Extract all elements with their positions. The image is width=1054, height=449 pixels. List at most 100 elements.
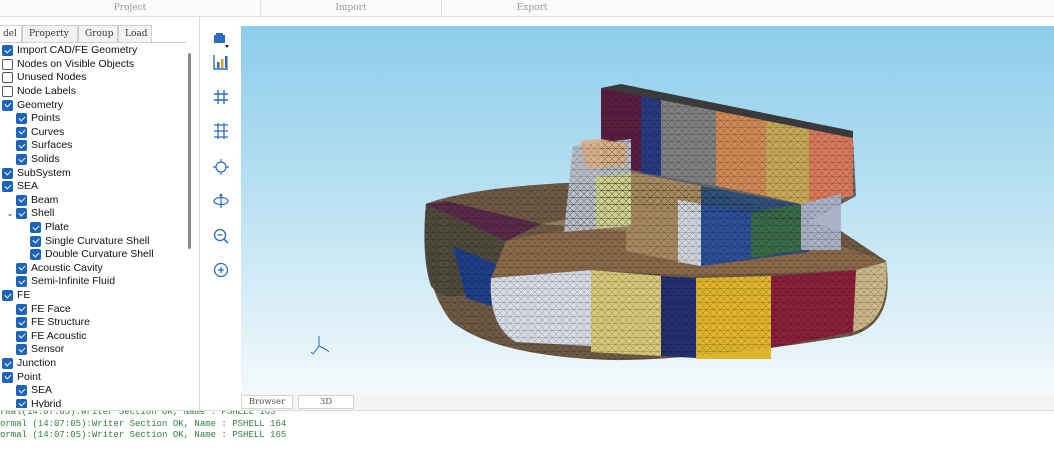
cube-dropdown-icon[interactable] [211, 30, 231, 50]
tree-item-junction[interactable]: Junction [2, 357, 56, 371]
tree-item-sensor[interactable]: Sensor [16, 343, 64, 357]
tree-checkbox[interactable] [2, 167, 13, 179]
tree-checkbox[interactable] [2, 181, 13, 193]
tree-checkbox[interactable] [16, 303, 27, 315]
tree-checkbox[interactable] [16, 276, 27, 288]
ribbon-group-project[interactable]: Project [0, 0, 260, 17]
tree-item-import-cad-fe-geometry[interactable]: Import CAD/FE Geometry [2, 44, 137, 58]
tree-checkbox[interactable] [2, 358, 13, 370]
tree-item-point[interactable]: ⌄Point [0, 370, 41, 384]
tab-3d[interactable]: 3D [298, 395, 354, 409]
tree-scrollbar-thumb[interactable] [188, 53, 191, 249]
tab-browser[interactable]: Browser [241, 395, 293, 409]
tree-checkbox[interactable] [16, 140, 27, 152]
tree-item-points[interactable]: Points [16, 112, 60, 126]
tree-checkbox[interactable] [2, 58, 13, 70]
tree-item-label: Node Labels [17, 85, 76, 98]
tree-item-label: Unused Nodes [17, 71, 87, 84]
mesh-model [310, 84, 888, 361]
tree-item-node-labels[interactable]: Node Labels [2, 85, 76, 99]
tree-checkbox[interactable] [16, 126, 27, 138]
tree-checkbox[interactable] [16, 262, 27, 274]
tree-item-label: Sensor [31, 343, 65, 356]
3d-viewport[interactable] [241, 26, 1054, 394]
tree-item-surfaces[interactable]: Surfaces [16, 139, 72, 153]
output-log: rmal(14:07:05):Writer Section OK, Name :… [0, 410, 1054, 449]
tree-item-nodes-on-visible-objects[interactable]: Nodes on Visible Objects [2, 58, 134, 72]
tree-checkbox[interactable] [16, 113, 27, 125]
zoom-in-icon[interactable] [211, 260, 231, 280]
tree-item-fe-structure[interactable]: FE Structure [16, 316, 90, 330]
tree-item-unused-nodes[interactable]: Unused Nodes [2, 71, 86, 85]
tree-item-shell[interactable]: ⌄ Shell [4, 207, 54, 221]
tree-item-label: Solids [31, 153, 60, 166]
tree-item-hybrid[interactable]: Hybrid [16, 398, 61, 408]
tree-checkbox[interactable] [2, 86, 13, 98]
ribbon-group-export[interactable]: Export [442, 0, 622, 17]
tree-item-label: Shell [31, 207, 55, 220]
move-icon[interactable] [211, 157, 231, 177]
tree-item-fe-face[interactable]: FE Face [16, 302, 71, 316]
tree-item-fe-acoustic[interactable]: FE Acoustic [16, 330, 86, 344]
tree-item-label: FE [17, 289, 31, 302]
tree-item-beam[interactable]: Beam [16, 194, 58, 208]
panel-tabs: del Property Group Load [0, 25, 200, 43]
tree-item-curves[interactable]: Curves [16, 126, 64, 140]
tree-item-label: Import CAD/FE Geometry [17, 44, 138, 57]
tree-item-label: Double Curvature Shell [45, 248, 154, 261]
tree-checkbox[interactable] [16, 208, 27, 220]
chevron-down-icon[interactable]: ⌄ [4, 208, 16, 220]
tab-property[interactable]: Property [22, 25, 78, 42]
tree-checkbox[interactable] [2, 99, 13, 111]
tree-item-plate[interactable]: Plate [30, 221, 69, 235]
tree-item-label: SubSystem [17, 166, 71, 179]
tab-load[interactable]: Load [118, 25, 152, 42]
ribbon-group-import[interactable]: Import [261, 0, 441, 17]
log-line: rmal(14:07:05):Writer Section OK, Name :… [0, 410, 276, 417]
tab-model[interactable]: del [0, 25, 22, 43]
tree-checkbox[interactable] [16, 154, 27, 166]
tree-checkbox[interactable] [16, 330, 27, 342]
log-line: ormal (14:07:05):Writer Section OK, Name… [0, 419, 287, 429]
tree-item-solids[interactable]: Solids [16, 153, 60, 167]
tree-item-sea[interactable]: ⌄SEA [0, 180, 38, 194]
tree-checkbox[interactable] [2, 371, 13, 383]
rotate-icon[interactable] [211, 191, 231, 211]
tree-checkbox[interactable] [30, 235, 41, 247]
view-toolbar [201, 17, 241, 410]
tree-item-label: Single Curvature Shell [45, 234, 150, 247]
tree-item-sea[interactable]: SEA [16, 384, 52, 398]
tree-checkbox[interactable] [16, 398, 27, 408]
tree-checkbox[interactable] [16, 344, 27, 356]
zoom-out-icon[interactable] [211, 226, 231, 246]
tree-item-label: Plate [45, 221, 69, 234]
tree-checkbox[interactable] [2, 290, 13, 302]
tab-group[interactable]: Group [78, 25, 118, 42]
tree-item-semi-infinite-fluid[interactable]: Semi-Infinite Fluid [16, 275, 115, 289]
tree-checkbox[interactable] [2, 45, 13, 57]
tree-item-label: Curves [31, 125, 65, 138]
tree-item-label: Beam [31, 193, 59, 206]
tree-item-geometry[interactable]: Geometry [2, 98, 63, 112]
tree-item-label: Geometry [17, 98, 64, 111]
tree-item-label: Junction [17, 357, 57, 370]
chart-icon[interactable] [211, 52, 231, 72]
tree-checkbox[interactable] [2, 72, 13, 84]
tree-item-label: Points [31, 112, 61, 125]
viewport-tabs: Browser 3D [241, 394, 1054, 410]
tree-item-single-curvature-shell[interactable]: Single Curvature Shell [30, 234, 149, 248]
tree-item-label: Surfaces [31, 139, 73, 152]
tree-checkbox[interactable] [16, 317, 27, 329]
grid-split-icon[interactable] [211, 121, 231, 141]
tree-item-label: Acoustic Cavity [31, 261, 103, 274]
tree-checkbox[interactable] [30, 249, 41, 261]
tree-item-double-curvature-shell[interactable]: Double Curvature Shell [30, 248, 154, 262]
tree-checkbox[interactable] [16, 385, 27, 397]
tree-checkbox[interactable] [16, 194, 27, 206]
tree-item-fe[interactable]: ⌄FE [0, 289, 30, 303]
grid-icon[interactable] [211, 87, 231, 107]
tree-item-acoustic-cavity[interactable]: Acoustic Cavity [16, 262, 103, 276]
model-tree: Import CAD/FE Geometry Nodes on Visible O… [0, 42, 186, 408]
tree-item-subsystem[interactable]: SubSystem [2, 166, 71, 180]
tree-checkbox[interactable] [30, 222, 41, 234]
